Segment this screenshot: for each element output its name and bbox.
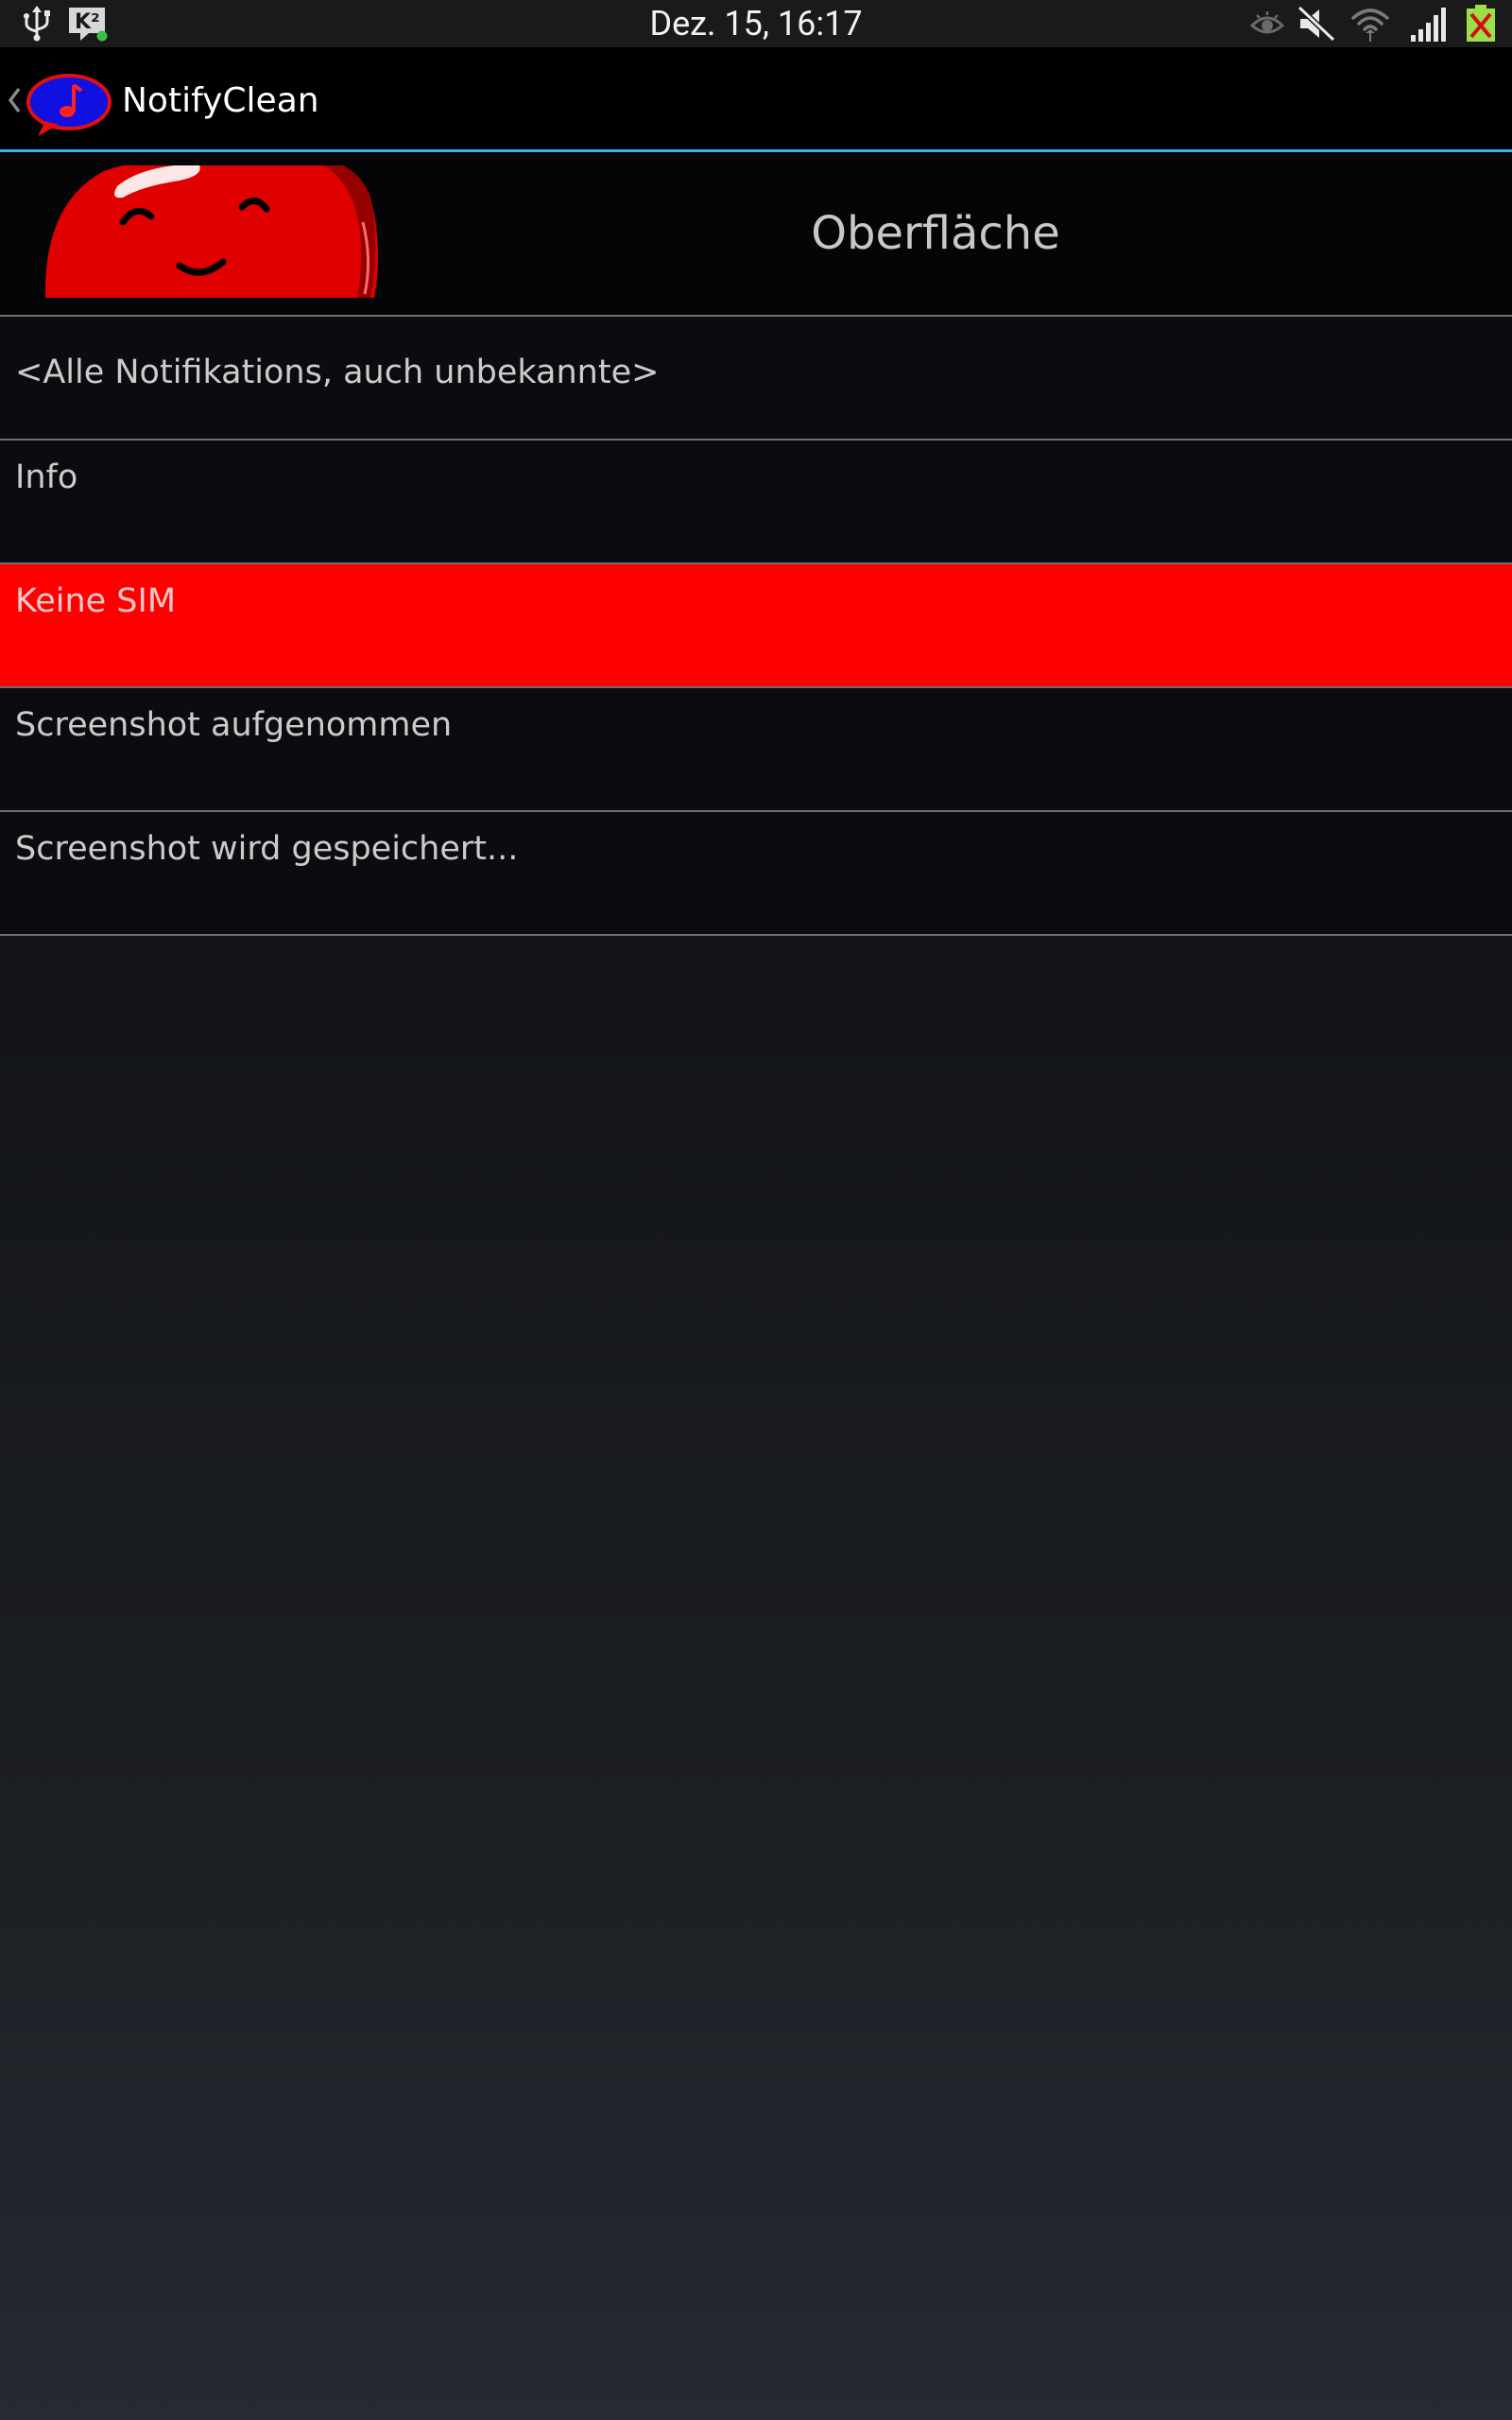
wifi-icon bbox=[1351, 9, 1389, 42]
app-title: NotifyClean bbox=[122, 81, 319, 120]
muted-icon bbox=[1297, 5, 1336, 43]
list-item-label: Info bbox=[15, 458, 78, 496]
list-divider bbox=[0, 934, 1512, 936]
mascot-image bbox=[44, 165, 378, 298]
no-sim-icon bbox=[1467, 5, 1495, 42]
list-item-label: Screenshot aufgenommen bbox=[15, 706, 453, 744]
list-item-label: Screenshot wird gespeichert... bbox=[15, 830, 519, 868]
list-item-all-notifications[interactable]: <Alle Notifikations, auch unbekannte> bbox=[0, 317, 1512, 439]
list-item-label: Keine SIM bbox=[15, 582, 177, 620]
signal-icon bbox=[1411, 8, 1446, 42]
page-title: Oberfläche bbox=[811, 207, 1060, 260]
list-item-screenshot-saving[interactable]: Screenshot wird gespeichert... bbox=[0, 812, 1512, 934]
app-logo-icon[interactable] bbox=[25, 70, 113, 138]
list-item-label: <Alle Notifikations, auch unbekannte> bbox=[15, 354, 660, 391]
list-item-keine-sim[interactable]: Keine SIM bbox=[0, 564, 1512, 686]
status-bar: K² Dez. 15, 16:17 bbox=[0, 0, 1512, 47]
list-item-screenshot-taken[interactable]: Screenshot aufgenommen bbox=[0, 688, 1512, 810]
up-chevron-icon[interactable] bbox=[4, 81, 25, 119]
list-item-info[interactable]: Info bbox=[0, 441, 1512, 562]
status-clock: Dez. 15, 16:17 bbox=[649, 4, 863, 43]
eye-icon bbox=[1249, 11, 1285, 34]
